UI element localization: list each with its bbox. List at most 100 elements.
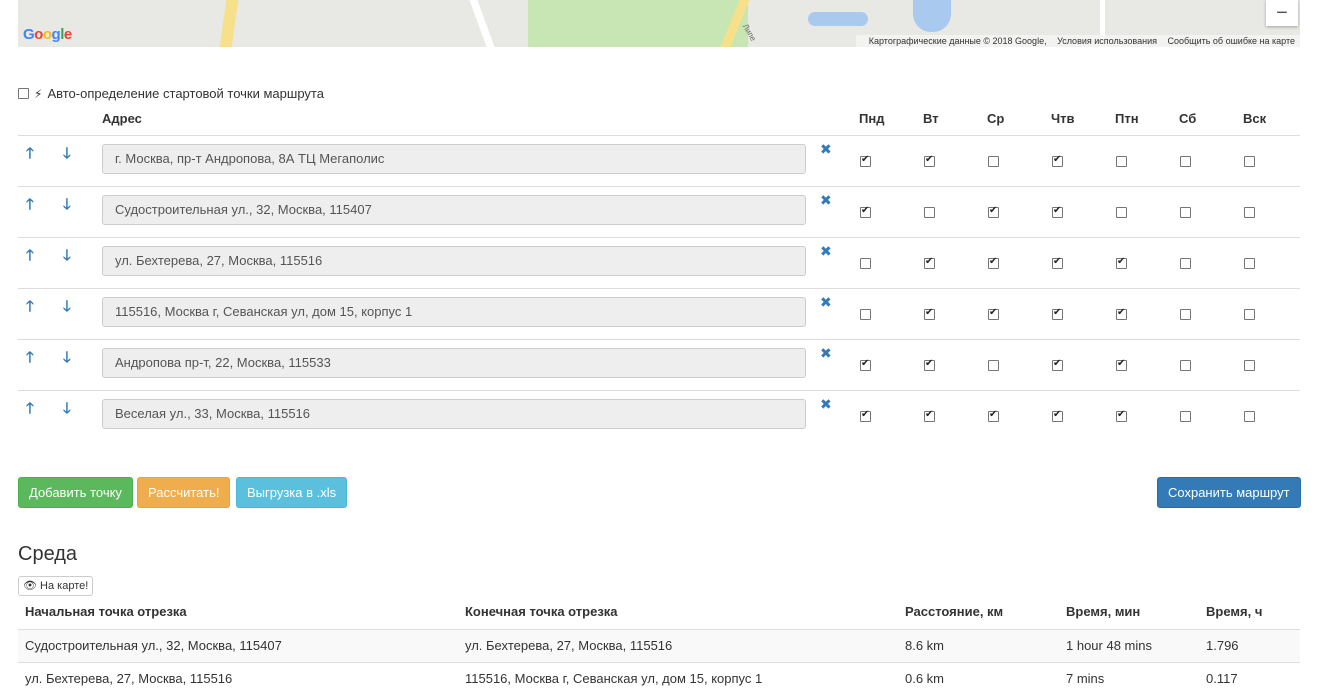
address-input[interactable]: г. Москва, пр-т Андропова, 8А ТЦ Мегапол… bbox=[102, 144, 806, 174]
day-checkbox[interactable] bbox=[1116, 307, 1127, 320]
day-header-tue: Вт bbox=[923, 111, 939, 126]
address-input[interactable]: Веселая ул., 33, Москва, 115516 bbox=[102, 399, 806, 429]
day-checkbox[interactable] bbox=[1052, 358, 1063, 371]
day-checkbox[interactable] bbox=[860, 309, 871, 320]
col-distance: Расстояние, км bbox=[905, 604, 1004, 619]
day-checkbox[interactable] bbox=[1180, 411, 1191, 422]
day-checkbox[interactable] bbox=[1244, 207, 1255, 218]
day-checkbox[interactable] bbox=[924, 307, 935, 320]
day-checkbox[interactable] bbox=[924, 207, 935, 218]
move-up-icon[interactable]: 🡑 bbox=[26, 245, 34, 270]
col-time-h: Время, ч bbox=[1206, 604, 1263, 619]
delete-icon[interactable]: ✖ bbox=[820, 193, 832, 209]
map-report-link[interactable]: Сообщить об ошибке на карте bbox=[1168, 36, 1295, 46]
day-checkbox[interactable] bbox=[988, 409, 999, 422]
day-checkbox[interactable] bbox=[860, 358, 871, 371]
route-point-row: 🡑 🡓 Андропова пр-т, 22, Москва, 115533 ✖ bbox=[18, 339, 1300, 391]
lightning-icon: ⚡ bbox=[34, 86, 43, 101]
col-start-point: Начальная точка отрезка bbox=[25, 604, 187, 619]
day-checkbox[interactable] bbox=[1180, 309, 1191, 320]
route-point-row: 🡑 🡓 ул. Бехтерева, 27, Москва, 115516 ✖ bbox=[18, 237, 1300, 289]
day-checkbox[interactable] bbox=[1052, 409, 1063, 422]
day-checkbox[interactable] bbox=[988, 156, 999, 167]
segment-row: Судостроительная ул., 32, Москва, 115407… bbox=[18, 629, 1300, 663]
day-checkbox[interactable] bbox=[988, 360, 999, 371]
day-header-sat: Сб bbox=[1179, 111, 1197, 126]
day-checkbox[interactable] bbox=[860, 258, 871, 269]
day-checkbox[interactable] bbox=[860, 154, 871, 167]
segment-cell: 8.6 km bbox=[905, 638, 945, 653]
day-checkbox[interactable] bbox=[924, 256, 935, 269]
address-input[interactable]: ул. Бехтерева, 27, Москва, 115516 bbox=[102, 246, 806, 276]
route-point-row: 🡑 🡓 Судостроительная ул., 32, Москва, 1154… bbox=[18, 186, 1300, 238]
address-input[interactable]: Андропова пр-т, 22, Москва, 115533 bbox=[102, 348, 806, 378]
day-checkbox[interactable] bbox=[988, 205, 999, 218]
address-input[interactable]: 115516, Москва г, Севанская ул, дом 15, … bbox=[102, 297, 806, 327]
address-input[interactable]: Судостроительная ул., 32, Москва, 115407 bbox=[102, 195, 806, 225]
day-checkbox[interactable] bbox=[1244, 156, 1255, 167]
day-checkbox[interactable] bbox=[924, 358, 935, 371]
col-end-point: Конечная точка отрезка bbox=[465, 604, 618, 619]
segment-cell: 1 hour 48 mins bbox=[1066, 638, 1152, 653]
move-down-icon[interactable]: 🡓 bbox=[63, 194, 71, 219]
day-checkbox[interactable] bbox=[988, 256, 999, 269]
day-checkbox[interactable] bbox=[1180, 156, 1191, 167]
day-checkbox[interactable] bbox=[1052, 154, 1063, 167]
export-xls-button[interactable]: Выгрузка в .xls bbox=[236, 477, 348, 508]
save-route-button[interactable]: Сохранить маршрут bbox=[1157, 477, 1301, 508]
move-up-icon[interactable]: 🡑 bbox=[26, 398, 34, 423]
zoom-out-button[interactable]: − bbox=[1266, 0, 1298, 26]
route-point-row: 🡑 🡓 г. Москва, пр-т Андропова, 8А ТЦ Мегап… bbox=[18, 135, 1300, 187]
auto-detect-label: Авто-определение стартовой точки маршрут… bbox=[47, 86, 324, 101]
day-checkbox[interactable] bbox=[1244, 258, 1255, 269]
day-checkbox[interactable] bbox=[1116, 358, 1127, 371]
day-checkbox[interactable] bbox=[1180, 360, 1191, 371]
move-up-icon[interactable]: 🡑 bbox=[26, 143, 34, 168]
move-down-icon[interactable]: 🡓 bbox=[63, 398, 71, 423]
eye-icon: 👁 bbox=[23, 579, 37, 592]
delete-icon[interactable]: ✖ bbox=[820, 142, 832, 158]
day-checkbox[interactable] bbox=[1116, 409, 1127, 422]
map-terms-link[interactable]: Условия использования bbox=[1057, 36, 1157, 46]
auto-detect-checkbox[interactable] bbox=[18, 88, 29, 99]
day-checkbox[interactable] bbox=[1244, 309, 1255, 320]
day-checkbox[interactable] bbox=[1052, 307, 1063, 320]
day-checkbox[interactable] bbox=[1116, 207, 1127, 218]
map-data-copyright: Картографические данные © 2018 Google bbox=[868, 36, 1045, 46]
move-up-icon[interactable]: 🡑 bbox=[26, 296, 34, 321]
move-up-icon[interactable]: 🡑 bbox=[26, 347, 34, 372]
delete-icon[interactable]: ✖ bbox=[820, 397, 832, 413]
day-title: Среда bbox=[18, 543, 78, 565]
day-checkbox[interactable] bbox=[1244, 360, 1255, 371]
delete-icon[interactable]: ✖ bbox=[820, 244, 832, 260]
day-header-sun: Вск bbox=[1243, 111, 1267, 126]
day-checkbox[interactable] bbox=[1244, 411, 1255, 422]
delete-icon[interactable]: ✖ bbox=[820, 295, 832, 311]
segment-cell: ул. Бехтерева, 27, Москва, 115516 bbox=[465, 638, 673, 653]
col-time-min: Время, мин bbox=[1066, 604, 1141, 619]
day-checkbox[interactable] bbox=[1180, 258, 1191, 269]
show-on-map-label: На карте! bbox=[40, 580, 89, 592]
move-down-icon[interactable]: 🡓 bbox=[63, 143, 71, 168]
day-checkbox[interactable] bbox=[924, 154, 935, 167]
move-down-icon[interactable]: 🡓 bbox=[63, 347, 71, 372]
day-checkbox[interactable] bbox=[860, 409, 871, 422]
calculate-button[interactable]: Рассчитать! bbox=[137, 477, 231, 508]
move-down-icon[interactable]: 🡓 bbox=[63, 245, 71, 270]
day-checkbox[interactable] bbox=[1052, 205, 1063, 218]
day-checkbox[interactable] bbox=[988, 307, 999, 320]
add-point-button[interactable]: Добавить точку bbox=[18, 477, 133, 508]
move-up-icon[interactable]: 🡑 bbox=[26, 194, 34, 219]
map-view[interactable]: Липе Google Картографические данные © 20… bbox=[18, 0, 1300, 47]
day-header-thu: Чтв bbox=[1051, 111, 1075, 126]
day-checkbox[interactable] bbox=[1052, 256, 1063, 269]
move-down-icon[interactable]: 🡓 bbox=[63, 296, 71, 321]
day-checkbox[interactable] bbox=[860, 205, 871, 218]
show-on-map-button[interactable]: 👁 На карте! bbox=[18, 576, 94, 596]
delete-icon[interactable]: ✖ bbox=[820, 346, 832, 362]
day-checkbox[interactable] bbox=[1116, 156, 1127, 167]
day-checkbox[interactable] bbox=[1116, 256, 1127, 269]
day-checkbox[interactable] bbox=[1180, 207, 1191, 218]
day-checkbox[interactable] bbox=[924, 409, 935, 422]
segment-cell: 1.796 bbox=[1206, 638, 1239, 653]
